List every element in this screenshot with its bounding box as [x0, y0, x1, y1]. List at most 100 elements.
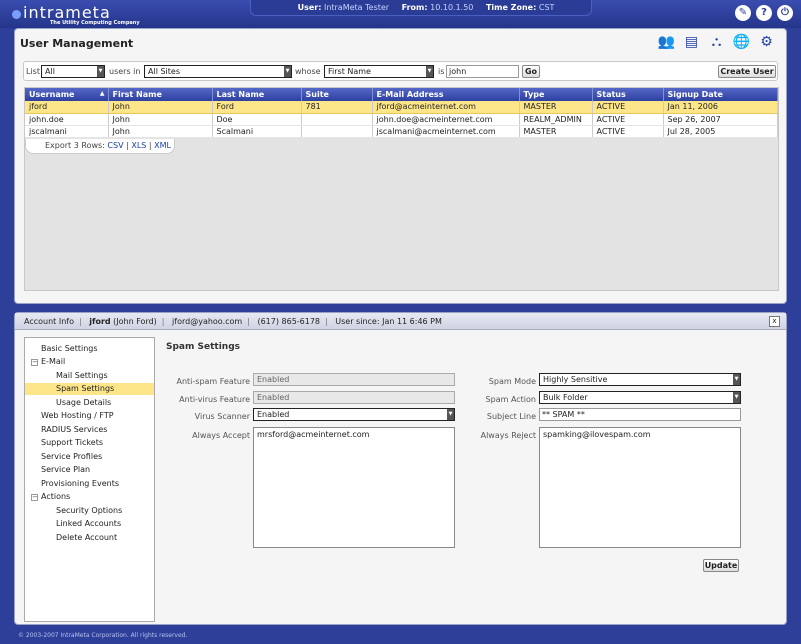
field-select[interactable]: First Name ▼ [324, 65, 434, 78]
tree-item-label: Linked Accounts [56, 519, 122, 528]
tree-item-service-profiles[interactable]: Service Profiles [41, 451, 154, 463]
user-management-panel: User Management 👥 ▤ ⛬ 🌐 ⚙ List All ▼ user… [14, 28, 787, 304]
tree-item-label: Service Plan [41, 465, 91, 474]
tools-icon[interactable]: ✎ [735, 5, 751, 21]
users-in-label: users in [109, 67, 141, 76]
tree-item-delete-account[interactable]: Delete Account [56, 532, 154, 544]
settings-tree: Basic Settings − E-Mail Mail Settings Spa… [24, 337, 155, 622]
users-table: Username ▲ First Name Last Name Suite E-… [25, 88, 778, 138]
export-xls-link[interactable]: XLS [131, 141, 146, 150]
col-last-name[interactable]: Last Name [212, 88, 302, 101]
globe-icon[interactable]: 🌐 [732, 32, 751, 52]
col-first-name[interactable]: First Name [108, 88, 213, 101]
col-status[interactable]: Status [592, 88, 664, 101]
tree-item-basic-settings[interactable]: Basic Settings [41, 343, 154, 355]
always-accept-label: Always Accept [192, 431, 250, 440]
create-user-button[interactable]: Create User [718, 65, 776, 78]
col-type[interactable]: Type [519, 88, 593, 101]
gears-icon[interactable]: ⚙ [757, 32, 776, 52]
chevron-down-icon: ▼ [97, 66, 104, 77]
go-button[interactable]: Go [522, 65, 540, 78]
spam-action-value: Bulk Folder [543, 393, 588, 402]
col-suite[interactable]: Suite [301, 88, 373, 101]
tree-item-support-tickets[interactable]: Support Tickets [41, 437, 154, 449]
tree-item-web-hosting[interactable]: Web Hosting / FTP [41, 410, 154, 422]
search-input[interactable]: john [446, 65, 519, 78]
table-row[interactable]: jscalmani John Scalmani jscalmani@acmein… [25, 125, 778, 138]
tree-item-label: Security Options [56, 506, 123, 515]
chevron-down-icon: ▼ [733, 392, 740, 403]
account-email: jford@yahoo.com [172, 317, 243, 326]
always-reject-textarea[interactable]: spamking@ilovespam.com [539, 427, 741, 548]
virus-scanner-label: Virus Scanner [194, 412, 250, 421]
copyright: © 2003-2007 IntraMeta Corporation. All r… [18, 632, 188, 639]
is-label: is [438, 67, 445, 76]
close-icon[interactable]: x [769, 316, 780, 327]
chevron-down-icon: ▼ [733, 374, 740, 385]
tree-item-email[interactable]: − E-Mail [31, 356, 154, 368]
session-info: User: IntraMeta Tester From: 10.10.1.50 … [250, 0, 592, 16]
users-icon[interactable]: 👥 [657, 32, 676, 52]
col-username[interactable]: Username ▲ [25, 88, 109, 101]
filter-bar: List All ▼ users in All Sites ▼ whose Firs… [23, 61, 778, 81]
user-label: User: [297, 3, 322, 12]
page-title: User Management [20, 37, 134, 50]
tree-item-security-options[interactable]: Security Options [56, 505, 154, 517]
list-label: List [26, 67, 40, 76]
account-since: User since: Jan 11 6:46 PM [335, 317, 442, 326]
timezone-label: Time Zone: [485, 3, 537, 12]
sort-asc-icon: ▲ [99, 90, 105, 97]
power-icon[interactable]: ⏻ [777, 5, 793, 21]
collapse-icon[interactable]: − [31, 494, 38, 501]
from-value: 10.10.1.50 [430, 3, 474, 12]
tree-item-label: Service Profiles [41, 452, 103, 461]
tree-item-spam-settings[interactable]: Spam Settings [25, 383, 154, 395]
always-accept-textarea[interactable]: mrsford@acmeinternet.com [253, 427, 455, 548]
export-xml-link[interactable]: XML [154, 141, 171, 150]
col-email[interactable]: E-Mail Address [372, 88, 520, 101]
section-title: Spam Settings [166, 342, 240, 352]
spam-action-select[interactable]: Bulk Folder ▼ [539, 391, 741, 404]
logo: intrameta The Utility Computing Company [12, 3, 140, 26]
table-header-row: Username ▲ First Name Last Name Suite E-… [25, 88, 778, 101]
id-card-icon[interactable]: ▤ [682, 32, 701, 52]
cell-status: ACTIVE [592, 113, 664, 126]
always-reject-label: Always Reject [480, 431, 536, 440]
spam-settings-form: Spam Settings Anti-spam Feature Enabled … [155, 337, 782, 622]
tree-item-label: Delete Account [56, 533, 118, 542]
account-username: jford [89, 317, 111, 326]
account-info-tab[interactable]: Account Info [24, 317, 74, 326]
cell-status: ACTIVE [592, 101, 664, 114]
spam-mode-value: Highly Sensitive [543, 375, 608, 384]
list-select[interactable]: All ▼ [41, 65, 105, 78]
table-row[interactable]: jford John Ford 781 jford@acmeinternet.c… [25, 101, 778, 114]
table-row[interactable]: john.doe John Doe john.doe@acmeinternet.… [25, 113, 778, 126]
col-signup-date[interactable]: Signup Date [663, 88, 778, 101]
cell-status: ACTIVE [592, 125, 664, 138]
chevron-down-icon: ▼ [284, 66, 291, 77]
tree-item-radius[interactable]: RADIUS Services [41, 424, 154, 436]
tree-item-provisioning-events[interactable]: Provisioning Events [41, 478, 154, 490]
cell-signup: Jul 28, 2005 [663, 125, 778, 138]
site-select[interactable]: All Sites ▼ [144, 65, 292, 78]
collapse-icon[interactable]: − [31, 359, 38, 366]
from-label: From: [401, 3, 428, 12]
cell-username: john.doe [25, 113, 109, 126]
tree-item-linked-accounts[interactable]: Linked Accounts [56, 518, 154, 530]
tree-item-service-plan[interactable]: Service Plan [41, 464, 154, 476]
spam-mode-select[interactable]: Highly Sensitive ▼ [539, 373, 741, 386]
tree-item-actions[interactable]: − Actions [31, 491, 154, 503]
antivirus-label: Anti-virus Feature [179, 395, 250, 404]
subject-line-input[interactable]: ** SPAM ** [539, 408, 741, 421]
update-button[interactable]: Update [703, 559, 739, 572]
cell-first-name: John [108, 113, 213, 126]
antispam-field: Enabled [253, 373, 455, 386]
tree-item-label: Basic Settings [41, 344, 98, 353]
network-icon[interactable]: ⛬ [707, 32, 726, 52]
col-username-label: Username [29, 90, 75, 99]
virus-scanner-select[interactable]: Enabled ▼ [253, 408, 455, 421]
tree-item-label: Provisioning Events [41, 479, 120, 488]
logo-mark-icon [12, 10, 21, 19]
export-csv-link[interactable]: CSV [107, 141, 123, 150]
help-icon[interactable]: ? [756, 5, 772, 21]
